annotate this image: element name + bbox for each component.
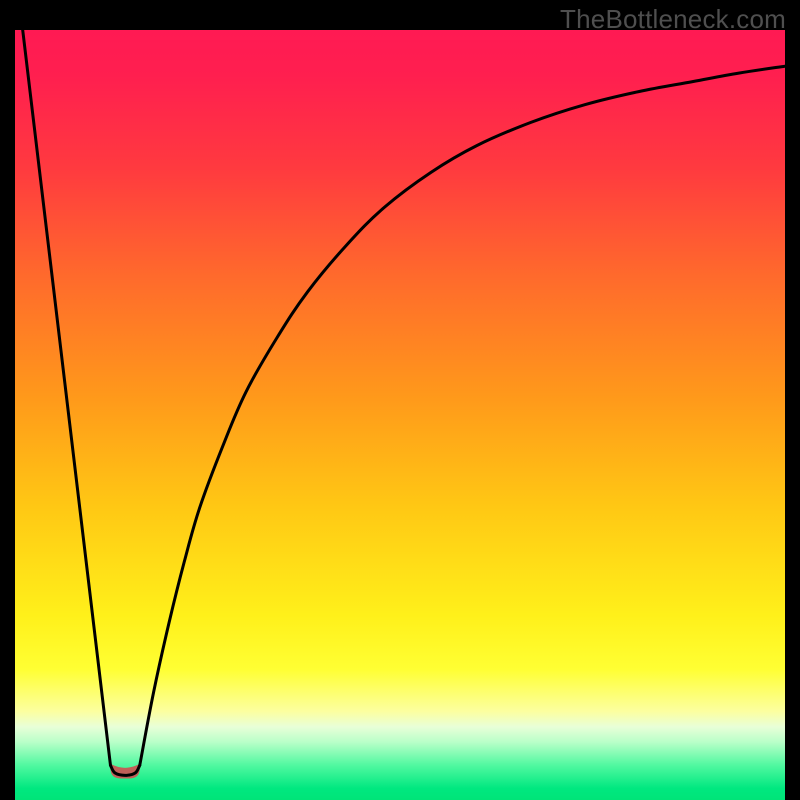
gradient-background <box>15 30 785 800</box>
chart-frame <box>15 30 785 800</box>
chart-svg <box>15 30 785 800</box>
